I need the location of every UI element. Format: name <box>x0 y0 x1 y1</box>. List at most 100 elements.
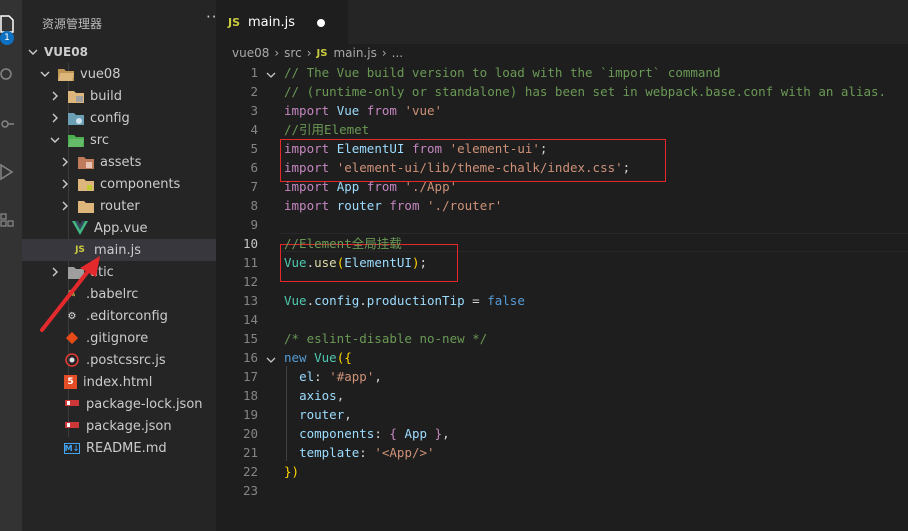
tree-item-src[interactable]: src <box>22 129 216 151</box>
code-text: import router from './router' <box>284 196 502 215</box>
code-line[interactable]: 17 el: '#app', <box>216 367 908 386</box>
code-token: from <box>366 179 397 194</box>
tree-item-index-html[interactable]: 5 index.html <box>22 371 216 393</box>
code-line[interactable]: 20 components: { App }, <box>216 424 908 443</box>
code-token: '<App/>' <box>374 445 435 460</box>
tree-item-readme[interactable]: M↓ README.md <box>22 437 216 459</box>
code-line[interactable]: 13 Vue.config.productionTip = false <box>216 291 908 310</box>
line-number: 6 <box>250 160 258 175</box>
code-line[interactable]: 3 import Vue from 'vue' <box>216 101 908 120</box>
tree-item-vue08[interactable]: vue08 <box>22 63 216 85</box>
tree-item-package-json[interactable]: package.json <box>22 415 216 437</box>
search-icon[interactable] <box>0 62 22 86</box>
code-token: ; <box>419 255 428 270</box>
code-line[interactable]: 14 <box>216 310 908 329</box>
code-token: import <box>284 198 330 213</box>
line-number: 10 <box>242 236 258 251</box>
line-number: 22 <box>242 464 258 479</box>
code-line[interactable]: 10 //Element全局挂载 <box>216 234 908 253</box>
breadcrumb-item[interactable]: vue08 <box>232 46 269 60</box>
vue-file-icon <box>72 220 88 236</box>
code-line[interactable]: 22}) <box>216 462 908 481</box>
extensions-icon[interactable] <box>0 208 22 232</box>
folder-icon <box>78 198 94 214</box>
code-token: productionTip <box>366 293 465 308</box>
code-token: //Element全局挂载 <box>284 236 402 251</box>
postcss-file-icon <box>64 352 80 368</box>
code-line[interactable]: 2 // (runtime-only or standalone) has bee… <box>216 82 908 101</box>
code-text: new Vue({ <box>284 348 352 367</box>
code-token: config <box>314 293 360 308</box>
code-line[interactable]: 1 // The Vue build version to load with t… <box>216 63 908 82</box>
tab-main-js[interactable]: JS main.js <box>216 0 348 44</box>
npm-file-icon <box>64 418 80 434</box>
tree-item-router[interactable]: router <box>22 195 216 217</box>
code-line[interactable]: 19 router, <box>216 405 908 424</box>
code-line[interactable]: 23 <box>216 481 908 500</box>
tree-item-postcssrc[interactable]: .postcssrc.js <box>22 349 216 371</box>
code-text: import ElementUI from 'element-ui'; <box>284 139 547 158</box>
code-text: import 'element-ui/lib/theme-chalk/index… <box>284 158 630 177</box>
line-number: 20 <box>242 426 258 441</box>
folder-src-icon <box>68 132 84 148</box>
folder-build-icon <box>68 88 84 104</box>
breadcrumb-item[interactable]: src <box>284 46 302 60</box>
tree-item-label: .postcssrc.js <box>86 352 166 368</box>
code-line[interactable]: 9 <box>216 215 908 234</box>
code-line[interactable]: 21 template: '<App/>' <box>216 443 908 462</box>
code-line[interactable]: 12 <box>216 272 908 291</box>
chevron-right-icon <box>48 91 62 101</box>
code-line[interactable]: 5 import ElementUI from 'element-ui'; <box>216 139 908 158</box>
code-token: App <box>336 179 360 194</box>
tree-item-label: App.vue <box>94 220 148 236</box>
code-token: 'element-ui' <box>449 141 540 156</box>
breadcrumb-item[interactable]: main.js <box>333 46 376 60</box>
code-text: Vue.config.productionTip = false <box>284 291 525 310</box>
tree-item-assets[interactable]: assets <box>22 151 216 173</box>
tree-item-package-lock[interactable]: package-lock.json <box>22 393 216 415</box>
explorer-title: 资源管理器 <box>42 17 103 31</box>
code-line[interactable]: 8 import router from './router' <box>216 196 908 215</box>
code-line[interactable]: 11 Vue.use(ElementUI); <box>216 253 908 272</box>
code-token: }) <box>284 464 300 479</box>
tree-root-vue08[interactable]: VUE08 <box>22 41 216 63</box>
run-debug-icon[interactable] <box>0 160 22 184</box>
line-number: 15 <box>242 331 258 346</box>
source-control-icon[interactable] <box>0 112 22 136</box>
code-text: /* eslint-disable no-new */ <box>284 329 487 348</box>
explorer-badge: 1 <box>0 31 14 45</box>
tree-item-label: assets <box>100 154 142 170</box>
breadcrumb-item[interactable]: ... <box>392 46 403 60</box>
code-line[interactable]: 4 //引用Elemet <box>216 120 908 139</box>
tree-item-build[interactable]: build <box>22 85 216 107</box>
npm-file-icon <box>64 396 80 412</box>
unsaved-dot-icon[interactable] <box>317 19 325 27</box>
code-token: Vue <box>336 103 360 118</box>
tree-item-config[interactable]: config <box>22 107 216 129</box>
code-editor[interactable]: 1 // The Vue build version to load with t… <box>216 62 908 531</box>
code-token: template <box>299 445 360 460</box>
breadcrumb-separator-icon: › <box>274 46 280 60</box>
chevron-right-icon <box>58 201 72 211</box>
code-line[interactable]: 18 axios, <box>216 386 908 405</box>
code-line[interactable]: 7 import App from './App' <box>216 177 908 196</box>
code-token: //引用Elemet <box>284 122 370 137</box>
code-line[interactable]: 15 /* eslint-disable no-new */ <box>216 329 908 348</box>
code-line[interactable]: 6 import 'element-ui/lib/theme-chalk/inde… <box>216 158 908 177</box>
line-number: 23 <box>242 483 258 498</box>
code-token: . <box>306 293 315 308</box>
tree-item-components[interactable]: components <box>22 173 216 195</box>
tree-item-app-vue[interactable]: App.vue <box>22 217 216 239</box>
code-line[interactable]: 16 new Vue({ <box>216 348 908 367</box>
code-token: { <box>389 426 397 441</box>
